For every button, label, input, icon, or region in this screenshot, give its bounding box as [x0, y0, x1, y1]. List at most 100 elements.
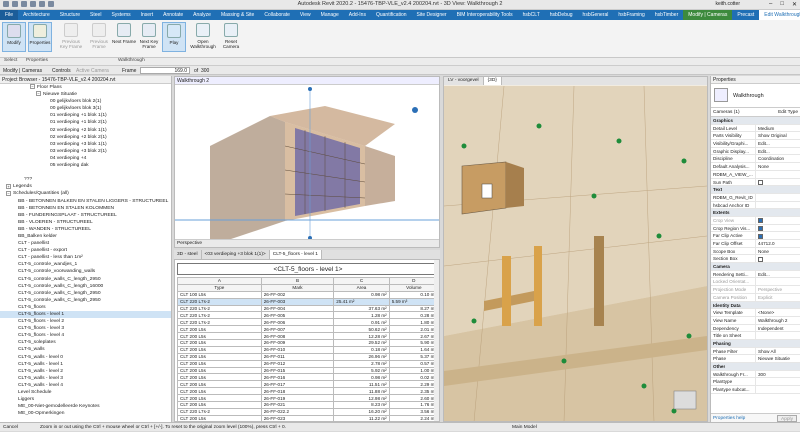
property-value[interactable]: Medium — [755, 124, 800, 132]
property-row[interactable]: Walkthrough Fr... 300 — [711, 370, 800, 379]
ribbon-tab[interactable]: hsbTimber — [650, 10, 683, 20]
table-cell[interactable]: 12.98 m² — [333, 394, 390, 403]
properties-button[interactable]: Properties — [28, 22, 52, 52]
table-row[interactable]: CLT 220 L7s-2 26-FF-003 25.41 m² 5.59 m³ — [177, 297, 439, 306]
table-cell[interactable]: 26-FF-003 — [260, 297, 335, 306]
property-row[interactable]: Far Clip Active — [711, 232, 800, 240]
property-row[interactable]: Crop Region Vis... — [711, 224, 800, 233]
table-cell[interactable]: CLT 220 L7s-2 — [177, 407, 262, 416]
table-cell[interactable]: 2.60 m³ — [388, 394, 439, 403]
ribbon-tab[interactable]: Quantification — [371, 10, 412, 20]
table-cell[interactable]: 26-FF-009 — [260, 339, 335, 347]
table-cell[interactable]: 26-FF-008 — [260, 332, 335, 341]
type-selector[interactable]: Walkthrough — [711, 84, 800, 108]
table-cell[interactable]: 0.18 m² — [333, 345, 390, 354]
property-row[interactable]: Phase Nieuwe Situatie — [711, 355, 800, 363]
browser-item[interactable]: CLT-5_walls — [0, 346, 171, 353]
table-cell[interactable]: CLT 220 L7s-2 — [177, 297, 262, 306]
table-cell[interactable]: CLT 200 L5s — [177, 394, 262, 403]
property-value[interactable]: Edit... — [755, 147, 800, 155]
table-cell[interactable]: D — [388, 277, 439, 285]
table-cell[interactable]: 26-FF-005 — [260, 311, 335, 320]
property-category[interactable]: Other — [711, 363, 800, 371]
table-cell[interactable]: 5.90 m³ — [388, 339, 439, 347]
browser-item[interactable]: 00 gelijkvloers blok 2(1) — [0, 98, 171, 105]
browser-item[interactable]: CLT-5_controle_walls_C_length_2950 — [0, 276, 171, 283]
close-icon[interactable]: ✕ — [792, 1, 797, 8]
property-value[interactable]: Show Original — [755, 132, 800, 140]
property-row[interactable]: Default Analysis... None — [711, 163, 800, 171]
browser-item[interactable]: 03 verdieping +3 blok 1(1) — [0, 141, 171, 148]
table-cell[interactable]: CLT 200 L5s — [177, 325, 262, 334]
table-cell[interactable]: 0.28 m³ — [388, 311, 439, 320]
browser-item[interactable]: 05 verdieping dak — [0, 162, 171, 169]
view-tab[interactable]: CLT-5_floors - level 1 — [269, 250, 322, 259]
ribbon-tab[interactable]: Site Designer — [412, 10, 452, 20]
table-cell[interactable]: 26-FF-006 — [260, 318, 335, 327]
property-row[interactable]: Scope Box None — [711, 247, 800, 256]
table-cell[interactable]: 26.96 m² — [333, 352, 390, 361]
browser-item[interactable]: CLT-5_controle_walls_C_length_2950 — [0, 297, 171, 304]
browser-item[interactable]: CLT-5_controle_voorwanding_walls — [0, 268, 171, 275]
property-row[interactable]: Graphic Display... Edit... — [711, 147, 800, 156]
table-cell[interactable]: CLT 200 L5s — [177, 387, 262, 396]
table-row[interactable]: CLT 200 L5s 26-FF-010 0.18 m² 1.64 m³ — [177, 345, 439, 354]
table-cell[interactable]: 26-FF-023 — [260, 414, 335, 421]
property-row[interactable]: RDBM_G_Revit_ID — [711, 193, 800, 202]
browser-item[interactable]: + Legends — [0, 183, 171, 190]
property-value[interactable] — [755, 201, 800, 209]
browser-item[interactable]: CLT-5_walls - level 1 — [0, 361, 171, 368]
checkbox[interactable] — [758, 218, 763, 224]
next-frame-button[interactable]: Next Frame — [112, 22, 136, 52]
property-row[interactable]: Locked Orientat... — [711, 278, 800, 287]
property-row[interactable]: Planttype — [711, 378, 800, 387]
minimize-icon[interactable]: – — [769, 1, 772, 8]
table-cell[interactable]: CLT 200 L5s — [177, 401, 262, 409]
table-cell[interactable]: 26-FF-019 — [260, 394, 335, 403]
apply-button[interactable]: Apply — [777, 415, 797, 422]
table-cell[interactable]: 26-FF-018 — [260, 387, 335, 396]
table-cell[interactable]: Mark — [260, 283, 335, 292]
table-cell[interactable]: 1.64 m³ — [388, 345, 439, 354]
schedule-view[interactable]: <CLT-5_floors - level 1> A B C D Type Mark Are… — [174, 259, 440, 422]
browser-item[interactable]: BB - VLOEREN - STRUCTUREEL — [0, 219, 171, 226]
table-row[interactable]: Type Mark Area Volume — [177, 283, 439, 292]
table-cell[interactable]: CLT 200 L5s — [177, 352, 262, 361]
checkbox[interactable] — [758, 233, 763, 239]
property-value[interactable]: Explicit — [755, 293, 800, 301]
browser-item[interactable]: CLT-5_walls - level 4 — [0, 382, 171, 389]
ribbon-tab[interactable]: Massing & Site — [216, 10, 259, 20]
walkthrough-viewport[interactable]: Walkthrough 2 Perspective — [174, 76, 440, 248]
table-row[interactable]: CLT 200 L5s 26-FF-007 50.62 m² 2.01 m³ — [177, 325, 439, 334]
ribbon-tab[interactable]: Collaborate — [259, 10, 295, 20]
browser-item[interactable]: BB - WANDEN - STRUCTUREEL — [0, 226, 171, 233]
table-cell[interactable]: 26-FF-012 — [260, 359, 335, 368]
table-row[interactable]: CLT 220 L7s-2 26-FF-022.2 16.20 m² 3.56 m³ — [177, 407, 439, 416]
property-value[interactable]: Independent — [755, 324, 800, 332]
property-value[interactable]: Perspective — [755, 286, 800, 293]
table-cell[interactable]: 3.56 m³ — [388, 407, 439, 416]
browser-item[interactable]: CLT-5_floors — [0, 304, 171, 311]
frame-input[interactable]: 169.0 — [140, 67, 190, 74]
property-value[interactable]: Nieuwe Situatie — [755, 355, 800, 362]
expand-toggle-icon[interactable]: − — [30, 84, 35, 90]
previous-frame-button[interactable]: Previous Frame — [86, 22, 112, 52]
table-cell[interactable]: 2.67 m³ — [388, 332, 439, 341]
browser-item[interactable]: CLT-5_soleplates — [0, 339, 171, 346]
table-cell[interactable]: 0.98 m² — [333, 290, 390, 299]
ribbon-tab[interactable]: Insert — [136, 10, 159, 20]
browser-item[interactable]: − Schedules/Quantities (all) — [0, 190, 171, 197]
table-cell[interactable]: 26-FF-004 — [260, 304, 335, 313]
browser-item[interactable]: CLT-5_floors - level 4 — [0, 332, 171, 339]
property-row[interactable]: Parts Visibility Show Original — [711, 132, 800, 141]
table-cell[interactable]: CLT 200 L5s — [177, 366, 262, 375]
browser-item[interactable]: CLT - panellist - less than 1m² — [0, 254, 171, 261]
table-cell[interactable]: 8.23 m² — [333, 401, 390, 409]
modify-button[interactable]: Modify — [2, 22, 26, 52]
table-cell[interactable]: 0.10 m³ — [388, 290, 439, 299]
ribbon-tab[interactable]: Modify | Cameras — [683, 10, 733, 20]
table-row[interactable]: CLT 220 L7s-2 26-FF-004 37.63 m² 8.27 m³ — [177, 304, 439, 313]
ribbon-tab[interactable]: BIM Interoperability Tools — [452, 10, 518, 20]
table-cell[interactable]: 5.59 m³ — [388, 297, 439, 306]
ribbon-tab[interactable]: Add-Ins — [344, 10, 371, 20]
